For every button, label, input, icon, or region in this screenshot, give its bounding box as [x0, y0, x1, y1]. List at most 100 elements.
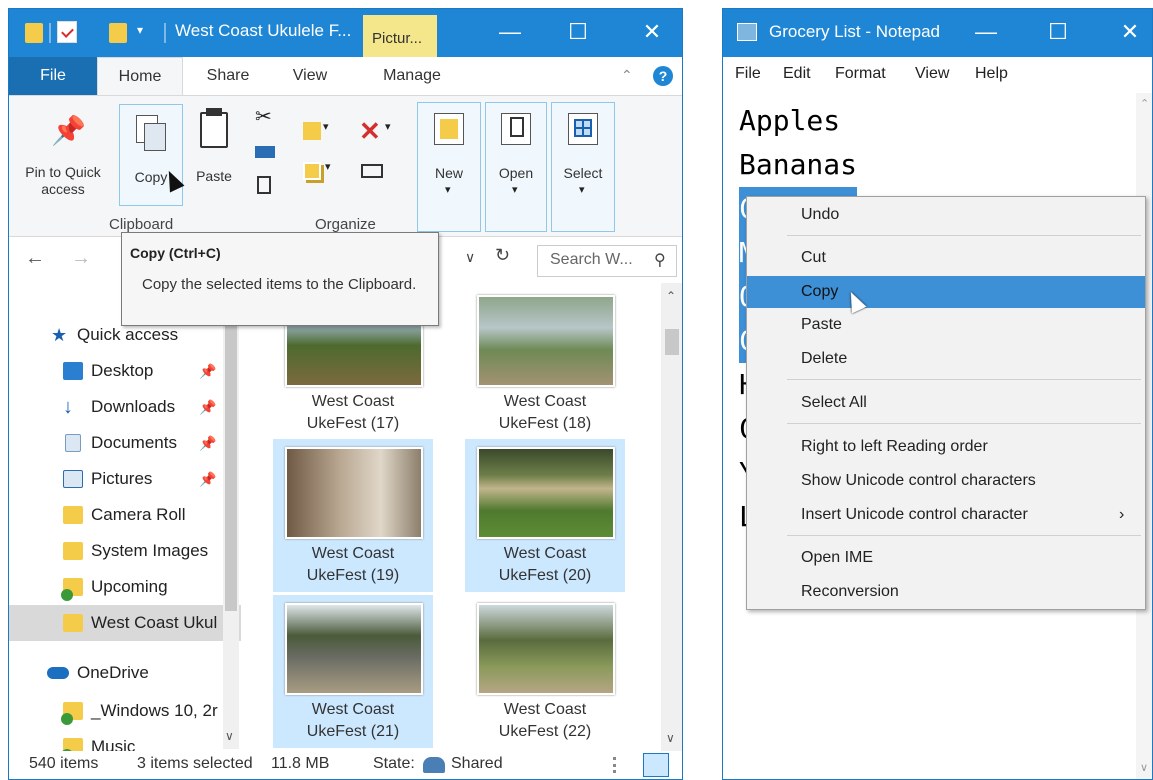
menu-item-paste[interactable]: Paste: [747, 309, 1145, 341]
properties-icon[interactable]: [57, 21, 77, 43]
menu-item-rtl-reading[interactable]: Right to left Reading order: [747, 431, 1145, 463]
file-list: West Coast UkeFest (17) West Coast UkeFest…: [249, 283, 659, 753]
help-icon[interactable]: ?: [653, 66, 673, 86]
pin-icon[interactable]: 📌: [199, 353, 216, 389]
forward-arrow-icon[interactable]: →: [71, 247, 91, 270]
menu-item-open-ime[interactable]: Open IME: [747, 542, 1145, 574]
minimize-button[interactable]: —: [493, 17, 527, 47]
explorer-window: ▾ West Coast Ukulele F... Pictur... — ☐ …: [8, 8, 683, 780]
file-tile[interactable]: West Coast UkeFest (21): [273, 595, 433, 748]
menu-item-reconversion[interactable]: Reconversion: [747, 576, 1145, 608]
details-view-icon[interactable]: [613, 757, 631, 773]
scrollbar-thumb[interactable]: [665, 329, 679, 355]
sidebar-item-windows-10[interactable]: _Windows 10, 2r: [9, 693, 241, 729]
tooltip-body: Copy the selected items to the Clipboard…: [142, 276, 417, 293]
rename-icon[interactable]: [361, 164, 383, 178]
collapse-ribbon-icon[interactable]: ⌃: [621, 67, 633, 84]
minimize-button[interactable]: —: [969, 17, 1003, 47]
menu-format[interactable]: Format: [835, 65, 886, 83]
menu-edit[interactable]: Edit: [783, 65, 811, 83]
tab-share[interactable]: Share: [193, 57, 263, 95]
scroll-up-icon[interactable]: ⌃: [666, 289, 676, 303]
pin-icon[interactable]: 📌: [199, 461, 216, 497]
tooltip-title: Copy (Ctrl+C): [130, 245, 221, 261]
new-button[interactable]: New ▾: [417, 102, 481, 232]
address-dropdown-icon[interactable]: ∨: [465, 249, 475, 266]
menu-file[interactable]: File: [735, 65, 761, 83]
sidebar-item-desktop[interactable]: Desktop 📌: [9, 353, 241, 389]
sidebar-item-west-coast[interactable]: West Coast Ukul: [9, 605, 241, 641]
window-title: Grocery List - Notepad: [769, 22, 941, 41]
refresh-icon[interactable]: ↻: [495, 245, 510, 266]
explorer-titlebar[interactable]: ▾ West Coast Ukulele F... Pictur... — ☐ …: [9, 9, 682, 59]
search-input[interactable]: Search W... ⚲: [537, 245, 677, 277]
pin-to-quick-access-button[interactable]: 📌 Pin to Quick access: [13, 102, 113, 210]
paste-button[interactable]: Paste: [189, 104, 239, 204]
menu-item-copy[interactable]: Copy: [747, 276, 1145, 308]
notepad-titlebar[interactable]: Grocery List - Notepad — ☐ ✕: [723, 9, 1152, 57]
maximize-button[interactable]: ☐: [561, 17, 595, 47]
menu-item-select-all[interactable]: Select All: [747, 387, 1145, 419]
sidebar-item-pictures[interactable]: Pictures 📌: [9, 461, 241, 497]
scroll-up-icon[interactable]: ⌃: [1140, 97, 1149, 110]
scroll-down-icon[interactable]: ∨: [666, 731, 675, 745]
picture-tools-tab[interactable]: Pictur...: [363, 15, 437, 59]
open-button[interactable]: Open ▾: [485, 102, 547, 232]
close-button[interactable]: ✕: [635, 17, 669, 47]
tab-manage[interactable]: Manage: [367, 57, 457, 95]
tab-view[interactable]: View: [275, 57, 345, 95]
pin-icon[interactable]: 📌: [199, 425, 216, 461]
back-arrow-icon[interactable]: ←: [25, 247, 45, 270]
file-tile[interactable]: West Coast UkeFest (20): [465, 439, 625, 592]
sidebar-item-camera-roll[interactable]: Camera Roll: [9, 497, 241, 533]
nav-scrollbar-thumb[interactable]: [225, 291, 237, 611]
text-line: Bananas: [739, 148, 858, 181]
scroll-down-icon[interactable]: ∨: [225, 729, 234, 743]
menu-item-delete[interactable]: Delete: [747, 343, 1145, 375]
menu-view[interactable]: View: [915, 65, 949, 83]
menu-item-insert-unicode[interactable]: Insert Unicode control character ›: [747, 499, 1145, 531]
file-tile[interactable]: West Coast UkeFest (18): [465, 287, 625, 440]
delete-icon[interactable]: ✕: [359, 116, 381, 147]
document-icon: [65, 434, 81, 452]
menu-help[interactable]: Help: [975, 65, 1008, 83]
sidebar-item-upcoming[interactable]: Upcoming: [9, 569, 241, 605]
select-button[interactable]: Select ▾: [551, 102, 615, 232]
tab-file[interactable]: File: [9, 57, 97, 95]
scroll-down-icon[interactable]: ∨: [1140, 761, 1148, 774]
move-to-icon[interactable]: [303, 122, 321, 140]
copy-to-icon[interactable]: [303, 162, 321, 180]
submenu-arrow-icon: ›: [1119, 506, 1125, 523]
content-scrollbar[interactable]: ⌃ ∨: [661, 283, 682, 753]
star-icon: ★: [51, 325, 68, 345]
large-icons-view-icon[interactable]: [643, 753, 669, 777]
customize-qat-icon[interactable]: ▾: [137, 23, 143, 37]
state-value: Shared: [451, 755, 503, 772]
file-tile[interactable]: West Coast UkeFest (19): [273, 439, 433, 592]
chevron-down-icon: ▾: [579, 184, 585, 196]
organize-group-label: Organize: [315, 216, 376, 233]
cut-icon[interactable]: ✂: [255, 104, 272, 129]
select-icon: [574, 119, 592, 137]
copy-path-icon[interactable]: [255, 146, 275, 158]
pin-icon[interactable]: 📌: [199, 389, 216, 425]
new-folder-icon[interactable]: [109, 23, 127, 43]
cloud-icon: [47, 667, 69, 679]
search-placeholder: Search W...: [550, 251, 633, 268]
photo-thumbnail: [285, 603, 423, 695]
menu-item-cut[interactable]: Cut: [747, 242, 1145, 274]
menu-item-undo[interactable]: Undo: [747, 199, 1145, 231]
close-button[interactable]: ✕: [1113, 17, 1147, 47]
shared-users-icon: [423, 757, 445, 773]
paste-shortcut-icon[interactable]: [257, 176, 271, 194]
sidebar-item-system-images[interactable]: System Images: [9, 533, 241, 569]
maximize-button[interactable]: ☐: [1041, 17, 1075, 47]
file-tile[interactable]: West Coast UkeFest (22): [465, 595, 625, 748]
menu-item-show-unicode[interactable]: Show Unicode control characters: [747, 465, 1145, 497]
sidebar-item-onedrive[interactable]: OneDrive: [9, 655, 241, 691]
pin-label: Pin to Quick access: [25, 164, 101, 197]
sidebar-item-documents[interactable]: Documents 📌: [9, 425, 241, 461]
sidebar-item-downloads[interactable]: ↓ Downloads 📌: [9, 389, 241, 425]
notepad-icon: [737, 23, 757, 41]
tab-home[interactable]: Home: [97, 57, 183, 95]
